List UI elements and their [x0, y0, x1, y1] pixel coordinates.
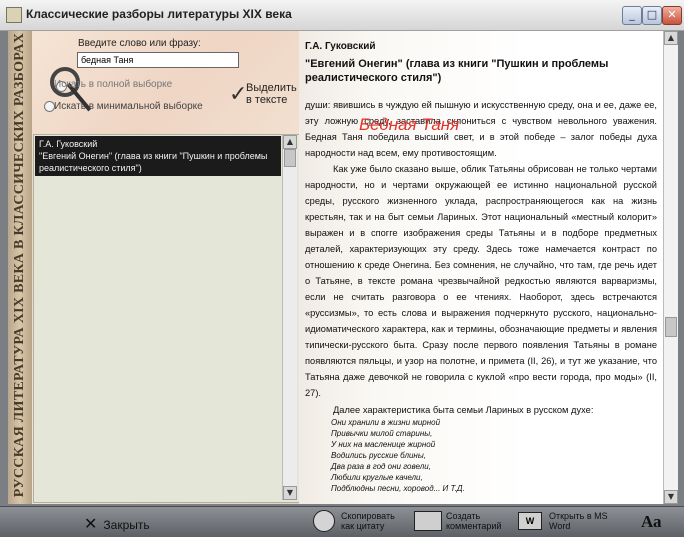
search-panel: РУССКАЯ ЛИТЕРАТУРА XIX ВЕКА В КЛАССИЧЕСК… — [8, 31, 299, 504]
book-comment-icon[interactable] — [414, 511, 442, 531]
close-button[interactable]: ✕ Закрыть — [84, 514, 150, 533]
copy-quote-button[interactable]: Скопировать как цитату — [341, 511, 405, 531]
minimize-button[interactable]: _ — [622, 6, 642, 25]
verse-line: Водились русские блины, — [331, 451, 426, 460]
close-label: Закрыть — [103, 518, 150, 532]
scroll-down-button[interactable]: ▼ — [283, 486, 297, 500]
results-list: Г.А. Гуковский "Евгений Онегин" (глава и… — [33, 134, 299, 503]
open-in-word-button[interactable]: Открыть в MS Word — [549, 511, 613, 531]
checkmark-icon[interactable]: ✓ — [229, 82, 247, 107]
verse-line: Любили круглые качели, — [331, 473, 423, 482]
doc-scroll-up-button[interactable]: ▲ — [664, 31, 678, 45]
search-hit-highlight: Бедная Таня — [359, 115, 460, 134]
maximize-button[interactable]: □ — [642, 6, 662, 25]
paragraph-1: души: явившись в чуждую ей пышную и иску… — [305, 100, 657, 158]
result-author: Г.А. Гуковский — [39, 139, 98, 149]
word-icon[interactable]: W — [518, 512, 542, 530]
full-search-label[interactable]: Искать в полной выборке — [54, 79, 172, 90]
result-title: "Евгений Онегин" (глава из книги "Пушкин… — [39, 151, 268, 173]
title-bar: Классические разборы литературы XIX века… — [0, 0, 684, 31]
close-window-button[interactable]: ✕ — [662, 6, 682, 25]
window-title: Классические разборы литературы XIX века — [26, 7, 292, 21]
doc-title: "Евгений Онегин" (глава из книги "Пушкин… — [305, 58, 609, 84]
doc-author: Г.А. Гуковский — [305, 41, 376, 52]
verse-line: У них на масленице жирной — [331, 440, 436, 449]
highlight-label-line1: Выделить — [246, 82, 297, 94]
font-size-button[interactable]: Аа — [641, 512, 662, 532]
result-item[interactable]: Г.А. Гуковский "Евгений Онегин" (глава и… — [35, 136, 281, 176]
verse-line: Они хранили в жизни мирной — [331, 418, 441, 427]
scroll-thumb[interactable] — [284, 149, 296, 167]
scroll-up-button[interactable]: ▲ — [283, 135, 297, 149]
results-scrollbar[interactable]: ▲ ▼ — [282, 135, 297, 500]
search-input[interactable] — [77, 52, 239, 68]
paragraph-2: Как уже было сказано выше, облик Татьяны… — [305, 164, 657, 398]
search-label: Введите слово или фразу: — [78, 38, 201, 49]
document-view: Г.А. Гуковский "Евгений Онегин" (глава и… — [299, 31, 677, 504]
close-icon: ✕ — [84, 514, 98, 533]
verse-intro: Далее характеристика быта семьи Лариных … — [333, 405, 594, 415]
highlight-in-text-toggle[interactable]: Выделить в тексте — [246, 82, 297, 106]
document-text: Г.А. Гуковский "Евгений Онегин" (глава и… — [305, 39, 657, 494]
app-icon — [6, 7, 22, 23]
verse-line: Привычки милой старины, — [331, 429, 433, 438]
verse-line: Подблюдны песни, хоровод... И Т.Д. — [331, 484, 465, 493]
verse-line: Два раза в год они говели, — [331, 462, 431, 471]
document-scrollbar[interactable]: ▲ ▼ — [663, 31, 678, 504]
min-search-label[interactable]: Искать в минимальной выборке — [54, 101, 203, 112]
book-spine: РУССКАЯ ЛИТЕРАТУРА XIX ВЕКА В КЛАССИЧЕСК… — [8, 31, 32, 504]
spine-title: РУССКАЯ ЛИТЕРАТУРА XIX ВЕКА В КЛАССИЧЕСК… — [12, 32, 27, 498]
quote-copy-icon[interactable] — [313, 510, 335, 532]
highlight-label-line2: в тексте — [246, 94, 288, 106]
doc-scroll-thumb[interactable] — [665, 317, 677, 337]
bottom-toolbar: ✕ Закрыть Скопировать как цитату Создать … — [0, 506, 684, 537]
doc-scroll-down-button[interactable]: ▼ — [664, 490, 678, 504]
app-window: Классические разборы литературы XIX века… — [0, 0, 684, 537]
create-comment-button[interactable]: Создать комментарий — [446, 511, 510, 531]
